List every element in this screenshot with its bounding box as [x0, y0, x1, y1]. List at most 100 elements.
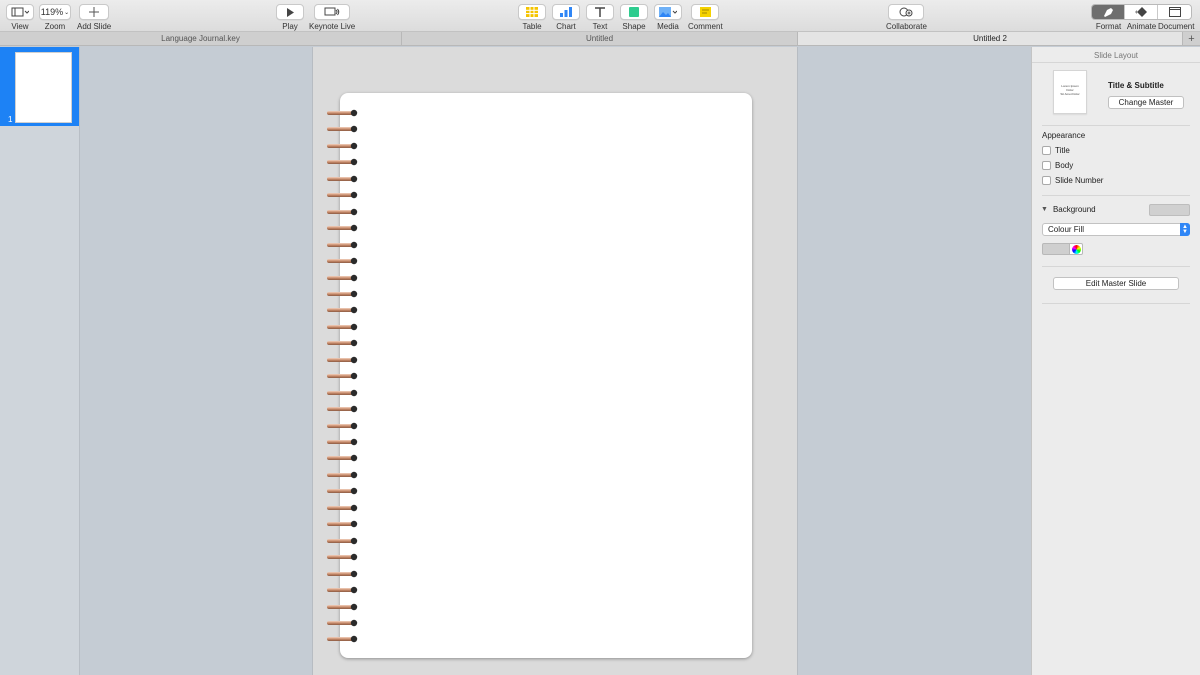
document-icon [1168, 7, 1181, 17]
binding-ring [327, 371, 358, 380]
notebook-page[interactable] [340, 93, 752, 658]
table-label: Table [522, 22, 542, 31]
binding-ring [327, 486, 358, 495]
document-tab[interactable] [1158, 5, 1191, 19]
divider [1042, 303, 1190, 304]
background-color-swatch[interactable] [1149, 204, 1190, 216]
fill-type-select[interactable]: Colour Fill ▲ ▼ [1042, 223, 1190, 236]
view-button[interactable] [6, 4, 34, 20]
title-checkbox[interactable] [1042, 146, 1051, 155]
background-section-toggle[interactable]: ▼ Background [1041, 205, 1096, 214]
add-slide-control[interactable]: Add Slide [77, 4, 111, 31]
fill-type-value: Colour Fill [1048, 225, 1085, 234]
slide-number-checkbox-row[interactable]: Slide Number [1042, 176, 1103, 185]
document-tabs: Language Journal.key Untitled Untitled 2… [0, 32, 1200, 46]
play-button[interactable] [276, 4, 304, 20]
plus-icon: + [1188, 32, 1195, 45]
view-label: View [11, 22, 29, 31]
tab-untitled[interactable]: Untitled [402, 32, 798, 45]
document-label: Document [1158, 22, 1195, 31]
zoom-control[interactable]: 119% ⌄ Zoom [39, 4, 71, 31]
plus-icon [89, 7, 100, 17]
color-wheel-icon [1071, 244, 1081, 254]
diamond-icon [1135, 7, 1147, 17]
binding-ring [327, 618, 358, 627]
color-picker-button[interactable] [1070, 243, 1083, 255]
text-button[interactable] [586, 4, 614, 20]
change-master-button[interactable]: Change Master [1108, 96, 1184, 109]
table-control[interactable]: Table [518, 4, 546, 31]
format-inspector: Slide Layout Lorem Ipsum Dolor Sit Amet … [1031, 47, 1200, 675]
edit-master-slide-button[interactable]: Edit Master Slide [1053, 277, 1179, 290]
binding-ring [327, 602, 358, 610]
binding-ring [327, 585, 358, 594]
text-control[interactable]: Text [586, 4, 614, 31]
play-control[interactable]: Play [276, 4, 304, 31]
slide-navigator: 1 [0, 47, 80, 675]
binding-ring [327, 322, 358, 331]
comment-button[interactable] [691, 4, 720, 20]
binding-ring [327, 355, 358, 363]
tab-untitled-2[interactable]: Untitled 2 [798, 32, 1183, 45]
disclosure-triangle-icon: ▼ [1041, 206, 1048, 213]
chevron-down-icon: ⌄ [64, 9, 70, 16]
media-button[interactable] [654, 4, 682, 20]
body-checkbox-label: Body [1055, 161, 1074, 170]
slide-thumbnail[interactable] [15, 52, 72, 123]
collaborate-control[interactable]: Collaborate [886, 4, 927, 31]
media-control[interactable]: Media [654, 4, 682, 31]
keynote-live-button[interactable] [314, 4, 351, 20]
title-checkbox-row[interactable]: Title [1042, 146, 1070, 155]
binding-ring [327, 470, 358, 479]
chart-icon [560, 7, 572, 17]
view-control[interactable]: View [6, 4, 34, 31]
play-label: Play [282, 22, 298, 31]
fill-color-well[interactable] [1042, 243, 1070, 255]
binding-ring [327, 338, 358, 347]
comment-control[interactable]: Comment [688, 4, 723, 31]
binding-ring [327, 207, 358, 215]
binding-ring [327, 536, 358, 544]
shape-button[interactable] [620, 4, 648, 20]
inspector-switcher[interactable]: Format Animate Document [1091, 4, 1195, 31]
slide-number-checkbox[interactable] [1042, 176, 1051, 185]
table-button[interactable] [518, 4, 546, 20]
slide-number-checkbox-label: Slide Number [1055, 176, 1104, 185]
binding-ring [327, 519, 358, 528]
slide-canvas[interactable] [312, 47, 798, 675]
binding-ring [327, 223, 358, 232]
collaborate-button[interactable] [888, 4, 925, 20]
body-checkbox-row[interactable]: Body [1042, 161, 1073, 170]
format-tab[interactable] [1092, 5, 1125, 19]
binding-ring [327, 634, 358, 643]
master-name: Title & Subtitle [1108, 81, 1164, 90]
slide-thumbnail-selected[interactable]: 1 [0, 47, 79, 126]
add-slide-button[interactable] [79, 4, 110, 20]
keynote-live-control[interactable]: Keynote Live [309, 4, 355, 31]
animate-label: Animate [1126, 22, 1157, 31]
body-checkbox[interactable] [1042, 161, 1051, 170]
comment-icon [699, 7, 711, 17]
shape-control[interactable]: Shape [620, 4, 648, 31]
background-heading: Background [1052, 205, 1096, 214]
master-thumbnail[interactable]: Lorem Ipsum Dolor Sit Amet Dolor [1053, 70, 1087, 114]
binding-ring [327, 273, 358, 281]
comment-label: Comment [688, 22, 723, 31]
zoom-button[interactable]: 119% ⌄ [39, 4, 71, 20]
new-tab-button[interactable]: + [1183, 32, 1200, 45]
binding-ring [327, 108, 358, 117]
animate-tab[interactable] [1125, 5, 1158, 19]
chart-control[interactable]: Chart [552, 4, 580, 31]
table-icon [526, 7, 538, 17]
binding-ring [327, 569, 358, 577]
format-label: Format [1095, 22, 1122, 31]
binding-ring [327, 453, 358, 462]
binding-ring [327, 240, 358, 248]
title-checkbox-label: Title [1055, 146, 1070, 155]
chart-button[interactable] [552, 4, 580, 20]
play-icon [287, 7, 294, 17]
tab-language-journal[interactable]: Language Journal.key [0, 32, 402, 45]
inspector-segmented-control[interactable] [1091, 4, 1192, 20]
chart-label: Chart [556, 22, 576, 31]
binding-ring [327, 388, 358, 396]
